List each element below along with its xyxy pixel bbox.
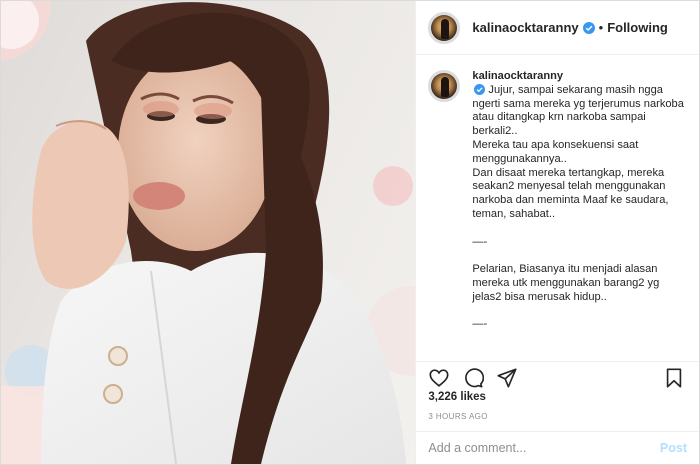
verified-badge-icon: [474, 83, 486, 95]
comment-bar: Post: [416, 431, 699, 464]
likes-count[interactable]: 3,226 likes: [428, 391, 486, 403]
post-modal: kalinaocktaranny • Following kalinaockta…: [0, 0, 700, 465]
header-separator: •: [598, 20, 604, 35]
post-timestamp[interactable]: 3 HOURS AGO: [428, 412, 488, 421]
caption-text: Jujur, sampai sekarang masih ngga ngerti…: [472, 83, 684, 331]
following-button[interactable]: Following: [607, 20, 668, 35]
avatar[interactable]: [428, 11, 461, 44]
comment-input[interactable]: [428, 441, 660, 455]
post-header: kalinaocktaranny • Following: [416, 1, 699, 55]
action-bar: [416, 361, 699, 391]
photo-illustration: [1, 1, 416, 464]
verified-badge-icon: [582, 21, 595, 34]
caption-block: kalinaocktaranny Jujur, sampai sekarang …: [416, 56, 699, 361]
post-sidebar: kalinaocktaranny • Following kalinaockta…: [415, 1, 699, 464]
avatar[interactable]: [428, 70, 461, 102]
post-comment-button[interactable]: Post: [660, 441, 687, 455]
heart-icon[interactable]: [428, 367, 452, 391]
comment-icon[interactable]: [462, 367, 486, 391]
caption-username[interactable]: kalinaocktaranny: [472, 70, 563, 82]
header-username[interactable]: kalinaocktaranny: [472, 20, 578, 35]
bookmark-icon[interactable]: [663, 367, 687, 391]
caption-text-block: kalinaocktaranny Jujur, sampai sekarang …: [472, 70, 686, 361]
share-icon[interactable]: [496, 367, 520, 391]
post-photo[interactable]: [1, 1, 416, 464]
